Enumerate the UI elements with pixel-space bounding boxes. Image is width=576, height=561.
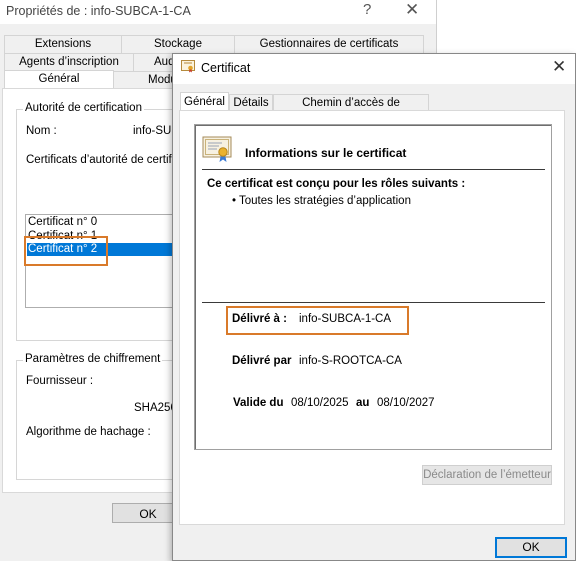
divider <box>202 302 545 303</box>
provider-label: Fournisseur : <box>26 375 94 387</box>
hash-algorithm-label: Algorithme de hachage : <box>26 426 151 438</box>
tab-gestionnaires-certificats[interactable]: Gestionnaires de certificats <box>234 35 424 54</box>
annotation-highlight-box <box>226 306 409 335</box>
ca-group-legend: Autorité de certification <box>23 102 144 114</box>
roles-heading: Ce certificat est conçu pour les rôles s… <box>207 178 466 190</box>
valid-to-value: 08/10/2027 <box>377 397 435 409</box>
divider <box>202 169 545 170</box>
list-item[interactable]: Certificat n° 0 <box>28 216 97 228</box>
issued-by-value: info-S-ROOTCA-CA <box>299 355 402 367</box>
tab-details[interactable]: Détails <box>229 94 273 111</box>
provider-value: SHA256 <box>134 402 177 414</box>
tab-stockage[interactable]: Stockage <box>121 35 235 54</box>
tab-general[interactable]: Général <box>4 70 114 89</box>
close-icon[interactable]: ✕ <box>405 0 419 20</box>
help-icon[interactable]: ? <box>363 1 371 18</box>
info-heading: Informations sur le certificat <box>245 146 407 160</box>
ca-certs-label: Certificats d’autorité de certifica <box>26 154 187 166</box>
role-item: • Toutes les stratégies d’application <box>232 195 411 207</box>
properties-window-title: Propriétés de : info-SUBCA-1-CA <box>6 4 191 18</box>
ok-button[interactable]: OK <box>495 537 567 558</box>
certificate-icon <box>181 60 195 73</box>
tab-extensions[interactable]: Extensions <box>4 35 122 54</box>
annotation-highlight-box <box>24 236 108 266</box>
issued-by-label: Délivré par <box>232 355 292 367</box>
tab-modules[interactable]: Modu <box>113 71 177 89</box>
tab-certification-path[interactable]: Chemin d’accès de certification <box>273 94 429 125</box>
valid-from-label: Valide du <box>233 397 284 409</box>
close-icon[interactable]: ✕ <box>552 57 566 77</box>
issuer-statement-button[interactable]: Déclaration de l’émetteur <box>422 465 552 485</box>
certificate-icon <box>202 136 232 162</box>
name-label: Nom : <box>26 125 57 137</box>
valid-to-label: au <box>356 397 370 409</box>
crypto-group-legend: Paramètres de chiffrement <box>23 353 163 365</box>
certificate-dialog-title: Certificat <box>201 61 251 75</box>
valid-from-value: 08/10/2025 <box>291 397 349 409</box>
tab-general[interactable]: Général <box>180 92 229 112</box>
